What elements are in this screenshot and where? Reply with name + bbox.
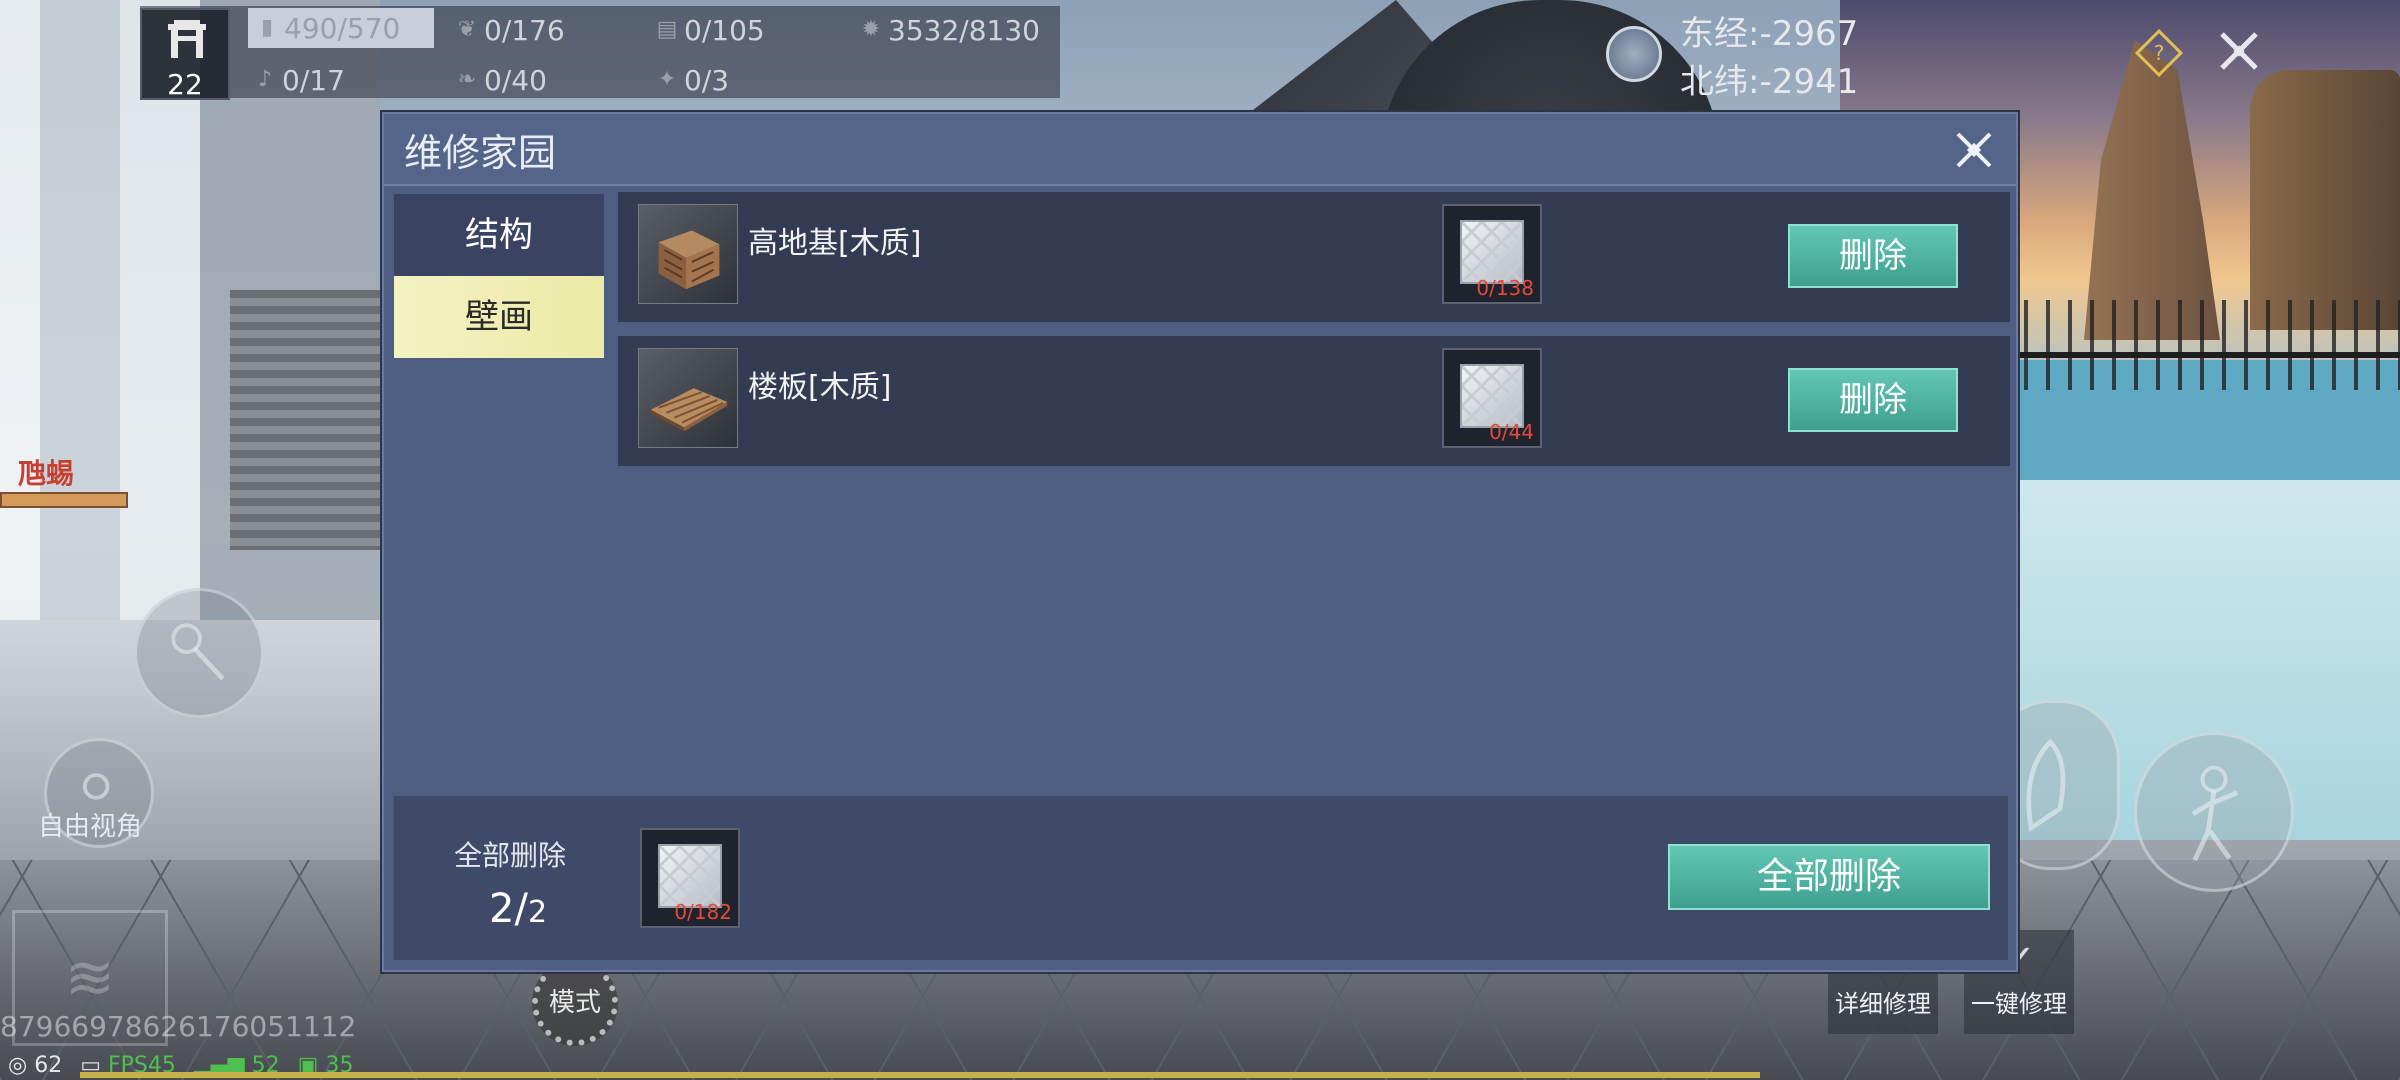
stat-pets[interactable]: ✦ 0/3	[656, 60, 729, 100]
delete-all-button[interactable]: 全部删除	[1668, 844, 1990, 910]
climb-button[interactable]	[2134, 732, 2294, 892]
stat-building-points[interactable]: ▮ 490/570	[248, 8, 434, 48]
material-count: 0/138	[1476, 276, 1534, 300]
experience-bar	[80, 1072, 1760, 1078]
total-material-cost: 0/182	[640, 828, 740, 928]
home-level-badge[interactable]: 22	[140, 8, 230, 101]
coordinates: 东经:-2967 北纬:-2941	[1680, 10, 1858, 106]
attack-button[interactable]	[134, 588, 264, 718]
dialog-title: 维修家园	[404, 131, 557, 175]
wooden-crate-icon	[638, 204, 738, 304]
npc-name: 虺蜴	[18, 457, 75, 490]
guitar-icon: ♪	[257, 67, 273, 92]
help-glyph: ?	[2153, 41, 2165, 65]
item-name: 楼板[木质]	[748, 370, 892, 405]
repair-item-list: 高地基[木质] 0/138 删除 楼板[木质] 0/44 删除	[618, 192, 2010, 480]
stat-value: 490/570	[284, 11, 401, 45]
player-uid: 87966978626176051112	[0, 1010, 357, 1043]
tab-structure[interactable]: 结构	[394, 194, 604, 276]
material-count: 0/44	[1489, 420, 1534, 444]
marble-material-icon	[1460, 220, 1524, 284]
stat-instruments[interactable]: ♪ 0/17	[254, 60, 345, 100]
material-cost: 0/138	[1442, 204, 1542, 304]
gear-icon: ✹	[861, 17, 881, 42]
item-name: 高地基[木质]	[748, 226, 922, 261]
exit-build-mode-icon[interactable]	[2214, 26, 2264, 76]
latitude: 北纬:-2941	[1680, 62, 1859, 102]
feather-icon: ❧	[457, 67, 477, 92]
mace-icon	[171, 623, 225, 681]
list-item: 楼板[木质] 0/44 删除	[618, 336, 2010, 466]
mode-button[interactable]: 模式	[532, 960, 618, 1046]
list-item: 高地基[木质] 0/138 删除	[618, 192, 2010, 322]
delete-button[interactable]: 删除	[1788, 224, 1958, 288]
ping-icon: ◎	[8, 1052, 28, 1078]
stat-furniture[interactable]: ▤ 0/105	[656, 10, 765, 50]
longitude: 东经:-2967	[1680, 14, 1859, 54]
stat-value: 0/176	[484, 13, 565, 47]
detail-repair-label: 详细修理	[1835, 990, 1931, 1018]
delete-button[interactable]: 删除	[1788, 368, 1958, 432]
stat-value: 0/3	[684, 63, 730, 97]
stat-prosperity[interactable]: ✹ 3532/8130	[860, 10, 1040, 50]
repair-home-dialog: 维修家园 结构 壁画 高地基[木质] 0/138 删除 楼板[木质] 0/44 …	[382, 112, 2018, 972]
count-separator: /	[514, 886, 528, 932]
material-count: 0/182	[674, 900, 732, 924]
stat-plants[interactable]: ❦ 0/176	[456, 10, 565, 50]
npc-health-bar	[0, 492, 128, 508]
leaf-icon: ❦	[457, 17, 477, 42]
free-camera-label: 自由视角	[38, 812, 143, 842]
stat-value: 3532/8130	[888, 13, 1040, 47]
bird-icon: ✦	[657, 67, 677, 92]
dialog-header: 维修家园	[384, 114, 2016, 186]
count-current: 2	[489, 886, 515, 932]
item-count: 2/2	[489, 886, 547, 932]
resource-bars-icon: ▮	[260, 15, 274, 40]
wooden-plank-icon	[638, 348, 738, 448]
stairs	[230, 290, 380, 550]
iron-fence	[1980, 300, 2400, 390]
marble-material-icon	[658, 844, 722, 908]
delete-all-summary-label: 全部删除	[454, 839, 567, 872]
stat-value: 0/40	[484, 63, 547, 97]
cliff-rock	[2250, 70, 2400, 330]
fence-rail	[1980, 352, 2400, 358]
close-icon[interactable]	[1952, 128, 1996, 172]
climber-icon	[2191, 765, 2239, 862]
one-click-repair-label: 一键修理	[1971, 990, 2067, 1018]
stat-decor[interactable]: ❧ 0/40	[456, 60, 547, 100]
material-cost: 0/44	[1442, 348, 1542, 448]
marble-material-icon	[1460, 364, 1524, 428]
ping-value: ◎ 62	[8, 1053, 62, 1078]
category-tabs: 结构 壁画	[394, 194, 604, 358]
count-total: 2	[527, 895, 548, 930]
tab-mural[interactable]: 壁画	[394, 276, 604, 358]
ping-text: 62	[34, 1052, 63, 1078]
compass-icon[interactable]	[1606, 26, 1662, 82]
gate-icon	[168, 20, 206, 58]
dialog-footer: 全部删除 2/2 0/182 全部删除	[394, 796, 2008, 960]
stat-value: 0/17	[282, 63, 345, 97]
stat-value: 0/105	[684, 13, 765, 47]
cabinet-icon: ▤	[656, 17, 678, 42]
home-level: 22	[167, 68, 203, 101]
